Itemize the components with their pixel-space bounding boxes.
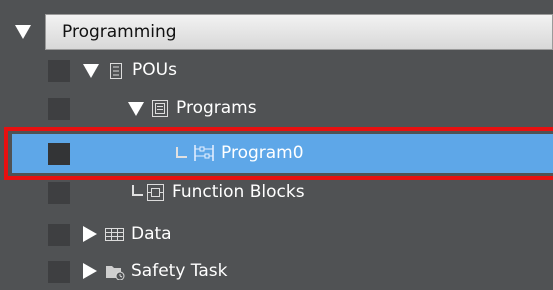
status-square-icon [48, 261, 70, 283]
expand-triangle-icon[interactable] [128, 102, 144, 116]
tree-node-function-blocks[interactable]: Function Blocks [0, 174, 553, 211]
safety-task-folder-icon [106, 266, 125, 280]
collapse-triangle-icon[interactable] [83, 263, 97, 279]
tree-node-safety-task[interactable]: Safety Task [0, 253, 553, 290]
function-block-icon [147, 184, 164, 201]
status-square-icon [48, 224, 70, 246]
tree-node-label: Function Blocks [172, 182, 305, 202]
tree-connector-line [132, 185, 143, 196]
red-highlight-outline [4, 127, 553, 180]
tree-node-pous[interactable]: POUs [0, 52, 553, 89]
tree-node-data[interactable]: Data [0, 216, 553, 253]
collapse-triangle-icon[interactable] [83, 226, 97, 242]
tree-node-label: POUs [132, 60, 177, 80]
tree-node-program0[interactable]: Program0 [0, 127, 553, 180]
data-table-icon [105, 228, 124, 241]
status-square-icon [48, 98, 70, 120]
expand-triangle-icon[interactable] [15, 25, 31, 39]
tree-node-label: Programs [176, 98, 257, 118]
status-square-icon [48, 182, 70, 204]
tree-node-label: Programming [62, 22, 177, 42]
tree-node-programs[interactable]: Programs [0, 90, 553, 127]
status-square-icon [48, 60, 70, 82]
document-list-icon [110, 63, 122, 79]
tree-node-label: Data [131, 224, 172, 244]
tree-node-programming[interactable]: Programming [0, 14, 553, 50]
tree-node-label: Safety Task [131, 261, 228, 281]
programs-folder-icon [152, 100, 168, 117]
expand-triangle-icon[interactable] [83, 64, 99, 78]
